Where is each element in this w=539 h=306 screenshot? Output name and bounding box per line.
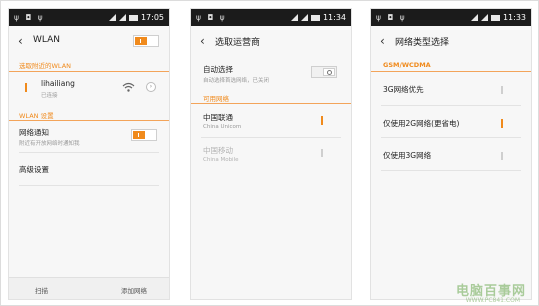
selected-indicator [321,116,323,125]
signal-icon [300,14,308,21]
wifi-status-icon [470,14,478,21]
auto-select-subtitle: 自动选择首选网络，已关闭 [203,78,270,84]
wlan-screen: ψ ◘ ψ 17:05 ‹ WLAN 选取附近的WLAN lihailiang … [9,9,169,299]
divider [19,152,159,153]
network-type-screen: ψ ◘ ψ 11:33 ‹ 网络类型选择 GSM/WCDMA 3G网络优先 仅使… [371,9,531,299]
wifi-status-icon [290,14,298,21]
divider [381,170,521,171]
network-status: 已连接 [41,93,58,99]
status-time: 11:33 [502,13,526,22]
notification-icons: ψ ◘ ψ [376,13,407,22]
wifi-status-icon [108,14,116,21]
section-wlan-settings: WLAN 设置 [19,112,54,120]
back-icon[interactable]: ‹ [380,34,385,48]
divider [381,105,521,106]
carrier-name: 中国移动 [203,146,233,155]
battery-icon [310,14,320,21]
option-label: 仅使用3G网络 [383,151,432,160]
auto-select-title: 自动选择 [203,65,233,74]
section-divider [371,71,531,72]
unselected-indicator [501,152,503,160]
signal-icon [118,14,126,21]
network-notify-subtitle: 附近有开放网络时通知我 [19,141,80,147]
page-title: 选取运营商 [215,38,261,48]
status-bar: ψ ◘ ψ 17:05 [9,9,169,26]
selected-indicator [501,119,503,128]
screenshot-canvas: ψ ◘ ψ 17:05 ‹ WLAN 选取附近的WLAN lihailiang … [0,0,539,306]
battery-icon [490,14,500,21]
carrier-subtitle: China Mobile [203,157,239,163]
network-name: lihailiang [41,79,75,88]
auto-select-toggle[interactable] [311,66,337,78]
wlan-toggle[interactable] [133,35,159,47]
section-divider [9,120,169,121]
header: ‹ 选取运营商 [191,26,351,56]
divider [201,137,341,138]
bottom-action-bar: 扫描 添加网络 [9,277,169,299]
battery-icon [128,14,138,21]
status-bar: ψ ◘ ψ 11:34 [191,9,351,26]
back-icon[interactable]: ‹ [18,34,23,48]
watermark-url: WWW.PC841.COM [465,297,520,304]
scan-button[interactable]: 扫描 [35,285,48,295]
status-bar: ψ ◘ ψ 11:33 [371,9,531,26]
carrier-subtitle: China Unicom [203,124,242,130]
section-divider [9,71,169,72]
network-details-button[interactable]: › [146,82,156,92]
wifi-signal-icon [122,82,135,92]
section-available-networks: 可用网络 [203,95,229,103]
connected-indicator [25,83,27,92]
add-network-button[interactable]: 添加网络 [121,285,147,295]
status-time: 11:34 [322,13,346,22]
unselected-indicator [321,149,323,157]
network-notify-title: 网络通知 [19,128,49,137]
page-title: WLAN [33,35,61,45]
network-notify-toggle[interactable] [131,129,157,141]
divider [381,137,521,138]
page-title: 网络类型选择 [395,38,450,48]
advanced-settings-item[interactable]: 高级设置 [19,164,49,175]
divider [19,185,159,186]
section-divider [191,103,351,104]
notification-icons: ψ ◘ ψ [14,13,45,22]
option-label: 3G网络优先 [383,85,424,94]
carrier-screen: ψ ◘ ψ 11:34 ‹ 选取运营商 自动选择 自动选择首选网络，已关闭 可用… [191,9,351,299]
section-gsm-wcdma: GSM/WCDMA [383,61,431,69]
status-time: 17:05 [140,13,164,22]
signal-icon [480,14,488,21]
unselected-indicator [501,86,503,94]
header: ‹ 网络类型选择 [371,26,531,56]
back-icon[interactable]: ‹ [200,34,205,48]
header: ‹ WLAN [9,26,169,56]
carrier-name: 中国联通 [203,113,233,122]
option-label: 仅使用2G网络(更省电) [383,119,460,128]
section-nearby-wlan: 选取附近的WLAN [19,62,72,70]
notification-icons: ψ ◘ ψ [196,13,227,22]
